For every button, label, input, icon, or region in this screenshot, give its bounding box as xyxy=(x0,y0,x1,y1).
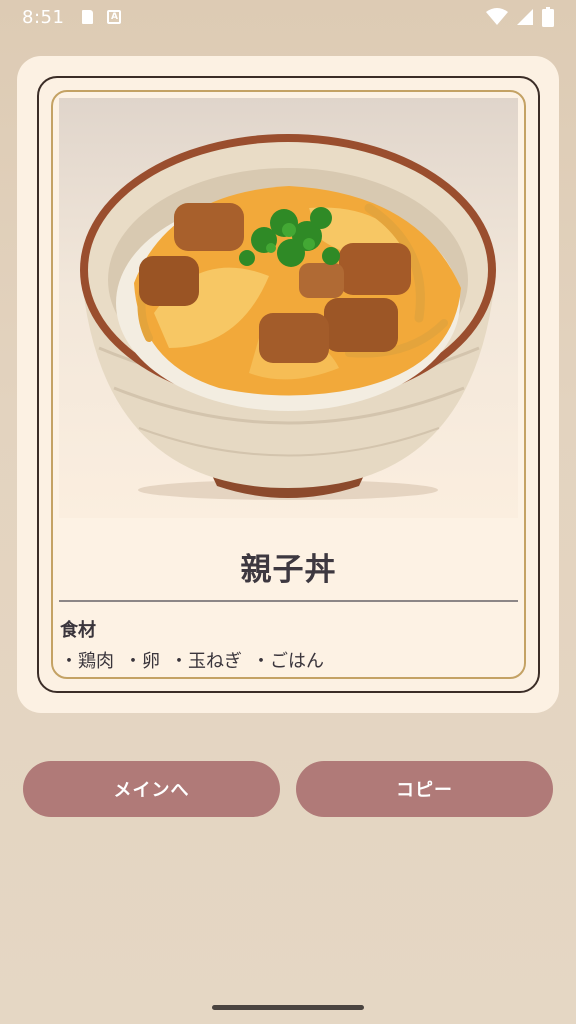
main-button[interactable]: メインへ xyxy=(23,761,280,817)
dish-image xyxy=(59,98,518,518)
status-bar: 8:51 A xyxy=(0,0,576,34)
signal-icon xyxy=(517,9,533,25)
ingredient-item: ・玉ねぎ xyxy=(170,651,242,672)
sd-card-icon xyxy=(82,10,94,24)
card-frame-inner: 親子丼 食材 ・鶏肉 ・卵 ・玉ねぎ ・ごはん xyxy=(51,90,526,679)
ingredient-item: ・鶏肉 xyxy=(60,651,114,672)
divider xyxy=(59,600,518,602)
wifi-icon xyxy=(486,8,508,25)
ingredient-item: ・卵 xyxy=(124,651,160,672)
status-time: 8:51 xyxy=(22,6,65,28)
ingredients-heading: 食材 xyxy=(60,620,96,641)
a-icon: A xyxy=(107,10,122,24)
ingredient-item: ・ごはん xyxy=(252,651,324,672)
ingredients-list: ・鶏肉 ・卵 ・玉ねぎ ・ごはん xyxy=(60,647,324,673)
system-icons xyxy=(486,7,554,27)
home-indicator[interactable] xyxy=(212,1005,364,1010)
dish-title: 親子丼 xyxy=(240,552,337,588)
recipe-card: 親子丼 食材 ・鶏肉 ・卵 ・玉ねぎ ・ごはん xyxy=(17,56,559,713)
card-frame-outer: 親子丼 食材 ・鶏肉 ・卵 ・玉ねぎ ・ごはん xyxy=(37,76,540,693)
battery-icon xyxy=(542,7,554,27)
notification-icons: A xyxy=(82,10,122,24)
copy-button[interactable]: コピー xyxy=(296,761,553,817)
